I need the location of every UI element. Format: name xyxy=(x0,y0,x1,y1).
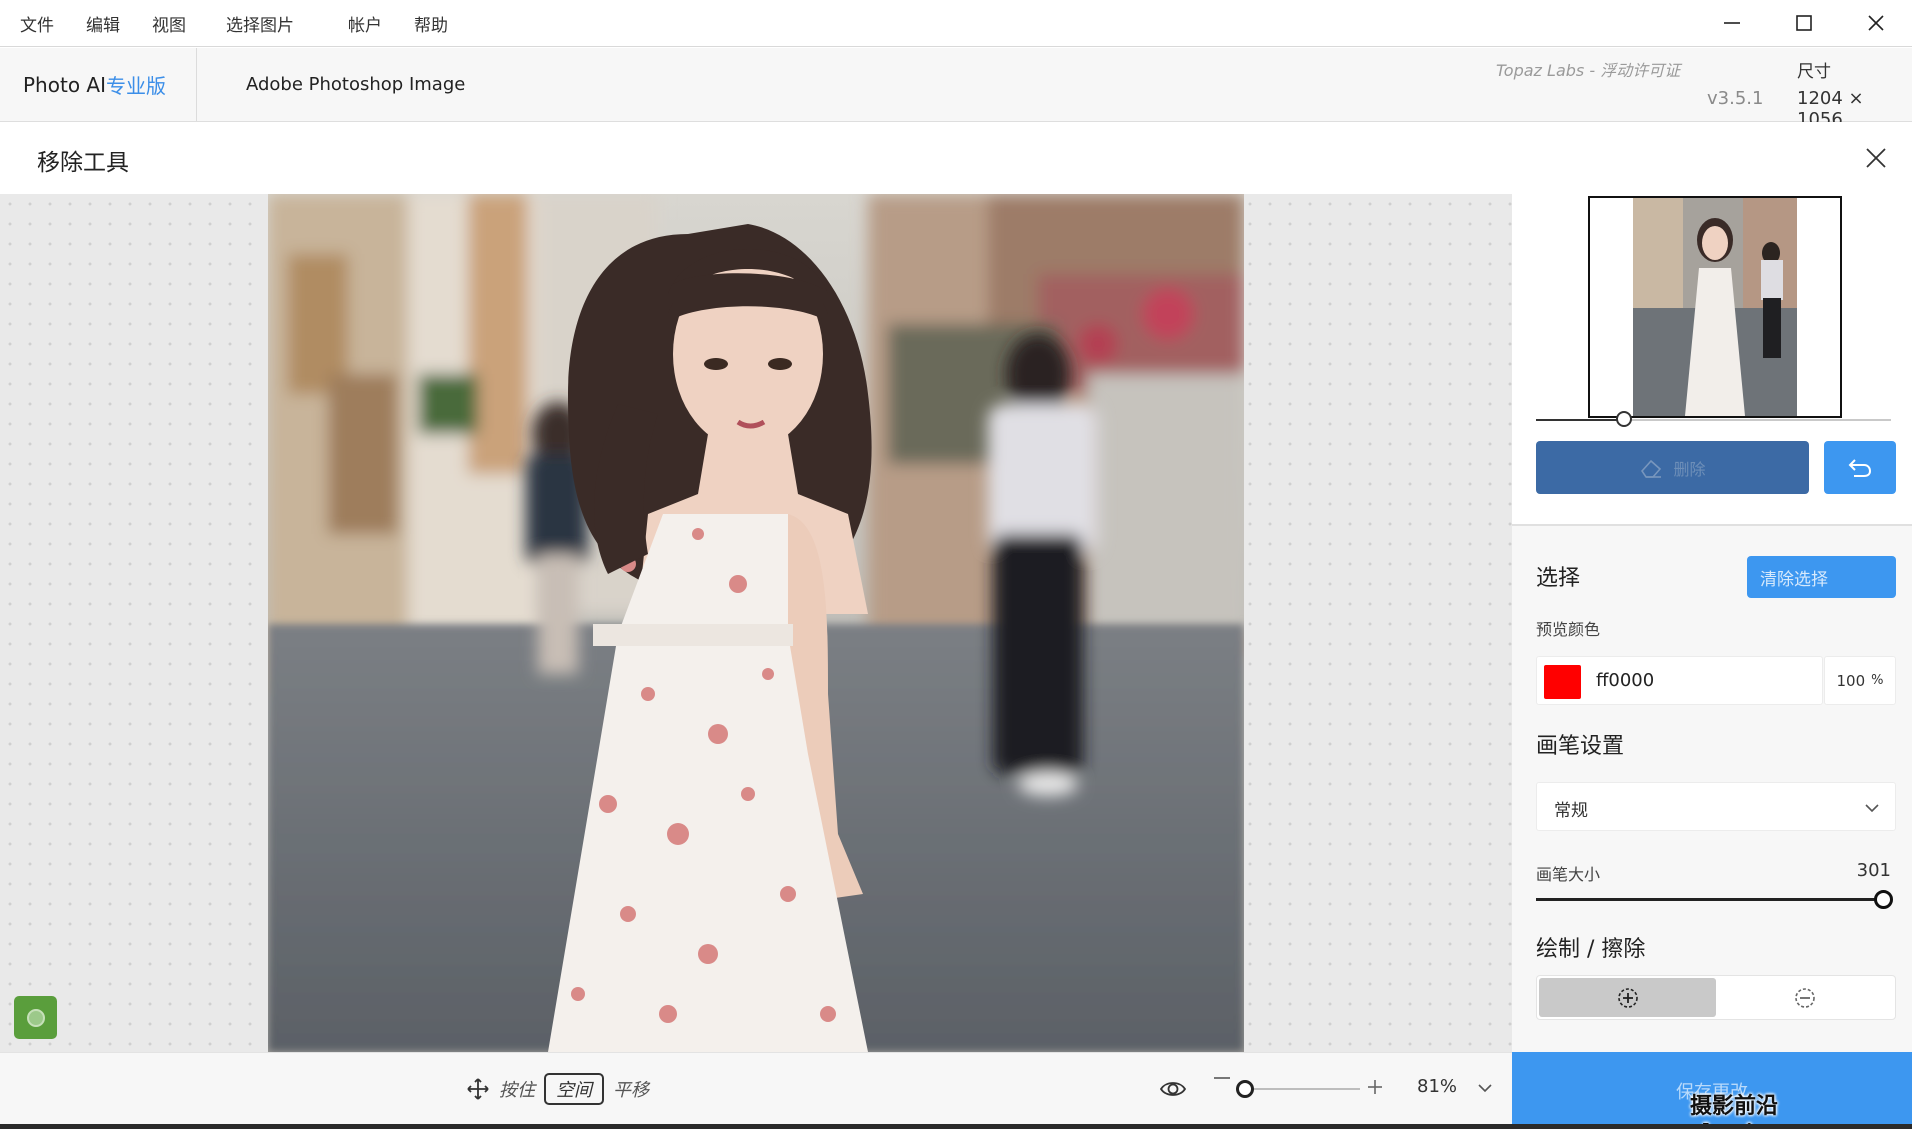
navigator-slider-thumb[interactable] xyxy=(1616,411,1632,427)
draw-mode-button[interactable] xyxy=(1539,978,1716,1017)
undo-button[interactable] xyxy=(1824,441,1896,494)
pan-hold-label: 按住 xyxy=(499,1080,535,1101)
preview-color-hex[interactable]: ff0000 xyxy=(1596,670,1654,691)
preview-opacity-value[interactable]: 100 xyxy=(1837,672,1866,690)
preview-opacity-unit: % xyxy=(1871,673,1884,688)
brush-mode-select[interactable]: 常规 xyxy=(1536,782,1896,831)
preview-color-field[interactable]: ff0000 xyxy=(1536,656,1823,705)
remove-button-label: 删除 xyxy=(1673,459,1706,479)
tool-panel: 删除 选择 清除选择 预览颜色 ff0000 100 % 画笔设置 常规 画笔大… xyxy=(1512,194,1912,1129)
brand: Photo AI 专业版 xyxy=(0,48,197,121)
bottom-toolbar: 按住 空间 平移 81% xyxy=(0,1052,1512,1125)
watermark: 摄影前沿 sheyingzyz.com xyxy=(1690,1093,1882,1129)
window-controls xyxy=(1696,0,1912,45)
document-title: Adobe Photoshop Image xyxy=(246,74,466,95)
navigator-thumbnail xyxy=(1633,198,1797,416)
minimize-icon xyxy=(1724,21,1740,24)
selection-title: 选择 xyxy=(1536,566,1581,591)
navigator-frame[interactable] xyxy=(1588,196,1842,418)
zoom-slider-track[interactable] xyxy=(1236,1088,1360,1090)
menu-bar: 文件 编辑 视图 选择图片 帐户 帮助 xyxy=(0,0,1912,47)
close-tool-icon[interactable] xyxy=(1864,146,1888,170)
zoom-in-icon[interactable] xyxy=(1366,1078,1384,1096)
zoom-slider-thumb[interactable] xyxy=(1236,1080,1254,1098)
menu-view[interactable]: 视图 xyxy=(136,1,202,45)
window-bottom-edge xyxy=(0,1124,1912,1129)
preview-color-swatch[interactable] xyxy=(1544,665,1581,699)
brush-size-slider[interactable] xyxy=(1536,898,1883,901)
navigator: 删除 xyxy=(1512,194,1912,526)
size-label: 尺寸 xyxy=(1797,62,1831,82)
zoom-out-button[interactable] xyxy=(1214,1077,1230,1079)
zoom-value[interactable]: 81% xyxy=(1417,1076,1457,1097)
eraser-icon xyxy=(1641,459,1662,478)
navigator-slider[interactable] xyxy=(1536,419,1891,421)
image-canvas[interactable] xyxy=(0,194,1512,1052)
brush-settings-title: 画笔设置 xyxy=(1536,734,1625,759)
space-key: 空间 xyxy=(544,1073,604,1105)
brush-size-label: 画笔大小 xyxy=(1536,865,1601,884)
undo-icon xyxy=(1848,458,1872,477)
status-badge[interactable] xyxy=(14,996,57,1039)
menu-account[interactable]: 帐户 xyxy=(324,1,398,45)
version-text: v3.5.1 xyxy=(1707,88,1764,109)
minimize-button[interactable] xyxy=(1696,0,1768,45)
chevron-down-icon xyxy=(1865,804,1879,813)
menu-select-image[interactable]: 选择图片 xyxy=(202,1,324,45)
thumbnail-illustration xyxy=(1633,198,1797,416)
maximize-icon xyxy=(1796,14,1812,31)
menu-help[interactable]: 帮助 xyxy=(398,1,464,45)
menu-file[interactable]: 文件 xyxy=(0,1,70,45)
panel-divider xyxy=(1512,524,1912,526)
status-dot xyxy=(26,1008,45,1027)
maximize-button[interactable] xyxy=(1768,0,1840,45)
menu-edit[interactable]: 编辑 xyxy=(70,1,136,45)
chevron-down-icon[interactable] xyxy=(1476,1079,1494,1097)
pan-hint: 按住 空间 平移 xyxy=(466,1073,649,1105)
preview-opacity-field[interactable]: 100 % xyxy=(1824,656,1896,705)
close-window-button[interactable] xyxy=(1840,0,1912,45)
brush-mode-value: 常规 xyxy=(1554,801,1588,821)
subtract-selection-icon xyxy=(1794,987,1815,1008)
license-text: Topaz Labs - 浮动许可证 xyxy=(1496,61,1681,80)
close-icon xyxy=(1868,14,1884,31)
draw-erase-toggle xyxy=(1536,975,1896,1020)
move-icon xyxy=(467,1078,489,1100)
add-selection-icon xyxy=(1617,987,1638,1008)
preview-color-label: 预览颜色 xyxy=(1536,620,1601,639)
photo-illustration xyxy=(268,194,1244,1052)
tool-title: 移除工具 xyxy=(37,150,129,176)
brush-size-thumb[interactable] xyxy=(1874,890,1893,909)
app-window: 文件 编辑 视图 选择图片 帐户 帮助 Photo AI 专业版 Adobe Ph… xyxy=(0,0,1912,1129)
draw-erase-title: 绘制 / 擦除 xyxy=(1536,937,1646,962)
clear-selection-button[interactable]: 清除选择 xyxy=(1747,556,1896,598)
brand-name: Photo AI xyxy=(23,72,106,97)
brand-edition: 专业版 xyxy=(106,74,166,98)
pan-action-label: 平移 xyxy=(613,1080,649,1101)
app-header: Photo AI 专业版 Adobe Photoshop Image Topaz … xyxy=(0,48,1912,130)
brush-size-value: 301 xyxy=(1856,860,1891,881)
eye-icon[interactable] xyxy=(1159,1075,1187,1103)
remove-button[interactable]: 删除 xyxy=(1536,441,1809,494)
tool-title-row: 移除工具 xyxy=(0,122,1912,194)
photo[interactable] xyxy=(268,194,1244,1052)
erase-mode-button[interactable] xyxy=(1716,978,1893,1017)
